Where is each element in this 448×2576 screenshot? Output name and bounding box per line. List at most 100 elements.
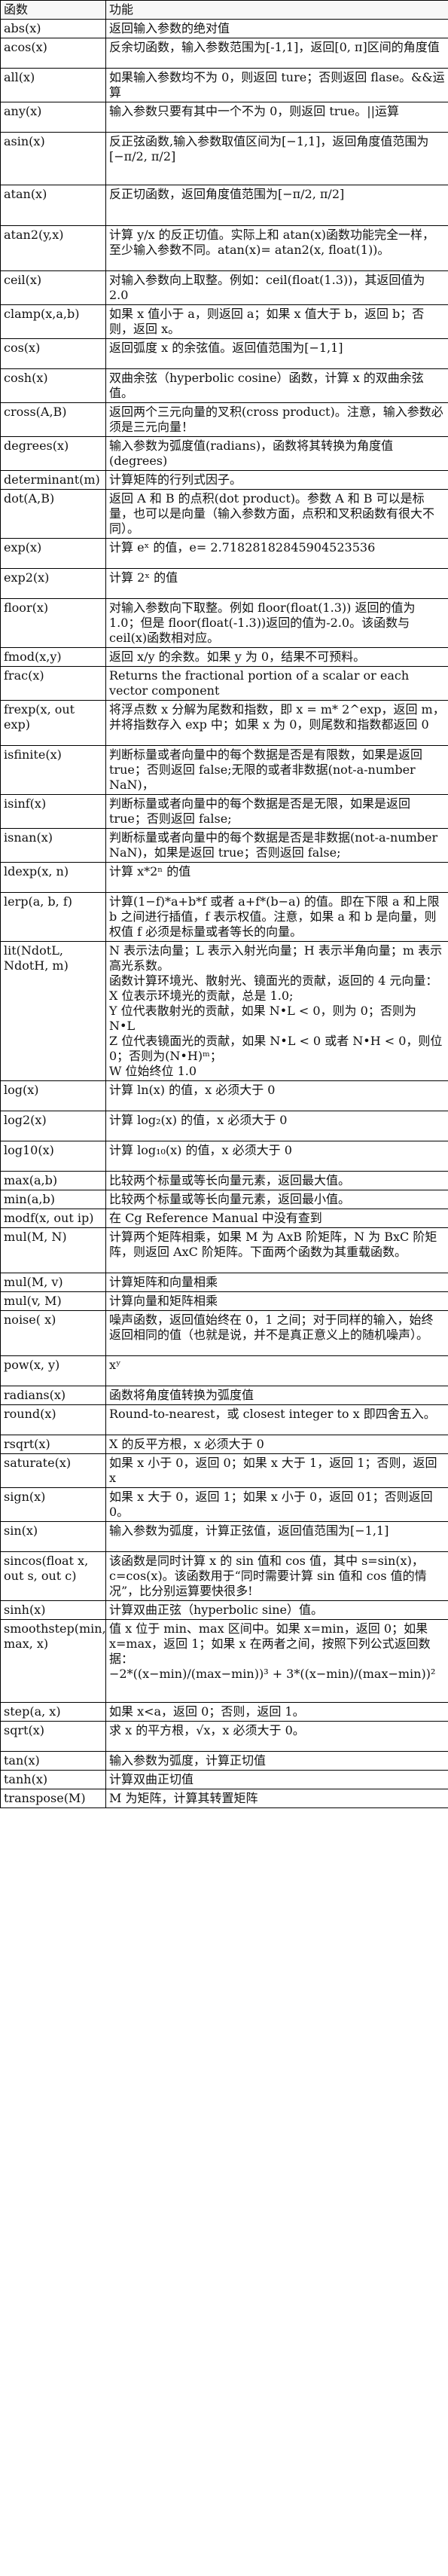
table-row: cos(x) 返回弧度 x 的余弦值。返回值范围为[−1,1] xyxy=(0,338,448,369)
table-row: cross(A,B) 返回两个三元向量的叉积(cross product)。注意，… xyxy=(0,402,448,437)
function-name-cell: sqrt(x) xyxy=(0,1721,106,1752)
function-description-cell: 噪声函数，返回值始终在 0，1 之间；对于同样的输入，始终返回相同的值（也就是说… xyxy=(105,1310,448,1356)
function-description-cell: 对输入参数向下取整。例如 floor(float(1.3)) 返回的值为 1.0… xyxy=(105,598,448,648)
function-name-cell: log10(x) xyxy=(0,1141,106,1172)
table-body: abs(x) 返回输入参数的绝对值 acos(x) 反余切函数，输入参数范围为[-1,… xyxy=(0,19,448,1808)
function-name-cell: isnan(x) xyxy=(0,828,106,863)
table-row: sincos(float x, out s, out c) 该函数是同时计算 x … xyxy=(0,1551,448,1601)
function-name-cell: mul(v, M) xyxy=(0,1291,106,1311)
function-description-cell: 求 x 的平方根，√x，x 必须大于 0。 xyxy=(105,1721,448,1752)
function-description-cell: 如果 x 值小于 a，则返回 a；如果 x 值大于 b，返回 b；否则，返回 x… xyxy=(105,304,448,339)
function-description-cell: 该函数是同时计算 x 的 sin 值和 cos 值，其中 s=sin(x)，c=… xyxy=(105,1551,448,1601)
function-name-cell: round(x) xyxy=(0,1404,106,1435)
function-description-cell: 在 Cg Reference Manual 中没有查到 xyxy=(105,1209,448,1228)
function-name-cell: frexp(x, out exp) xyxy=(0,700,106,746)
table-row: any(x) 输入参数只要有其中一个不为 0，则返回 true。||运算 xyxy=(0,102,448,133)
function-description-cell: X 的反平方根，x 必须大于 0 xyxy=(105,1435,448,1454)
table-row: cosh(x) 双曲余弦（hyperbolic cosine）函数，计算 x 的双… xyxy=(0,368,448,403)
function-name-cell: atan(x) xyxy=(0,185,106,226)
table-row: ceil(x) 对输入参数向上取整。例如：ceil(float(1.3))，其返回… xyxy=(0,270,448,305)
function-name-cell: isinf(x) xyxy=(0,794,106,829)
function-description-cell: 比较两个标量或等长向量元素，返回最小值。 xyxy=(105,1190,448,1209)
function-name-cell: sign(x) xyxy=(0,1487,106,1522)
table-row: acos(x) 反余切函数，输入参数范围为[-1,1]，返回[0, π]区间的角度… xyxy=(0,38,448,69)
table-row: atan(x) 反正切函数，返回角度值范围为[−π/2, π/2] xyxy=(0,185,448,226)
function-name-cell: modf(x, out ip) xyxy=(0,1209,106,1228)
function-description-cell: 计算 y/x 的反正切值。实际上和 atan(x)函数功能完全一样，至少输入参数… xyxy=(105,225,448,271)
table-row: floor(x) 对输入参数向下取整。例如 floor(float(1.3)) 返… xyxy=(0,598,448,648)
function-name-cell: saturate(x) xyxy=(0,1453,106,1488)
table-row: sqrt(x) 求 x 的平方根，√x，x 必须大于 0。 xyxy=(0,1721,448,1752)
function-description-cell: 反正切函数，返回角度值范围为[−π/2, π/2] xyxy=(105,185,448,226)
header-description: 功能 xyxy=(105,0,448,20)
function-description-cell: 判断标量或者向量中的每个数据是否是非数据(not-a-number NaN)，如… xyxy=(105,828,448,863)
function-name-cell: log(x) xyxy=(0,1080,106,1111)
function-name-cell: all(x) xyxy=(0,68,106,102)
table-row: smoothstep(min, max, x) 值 x 位于 min、max 区间… xyxy=(0,1619,448,1703)
function-name-cell: ldexp(x, n) xyxy=(0,862,106,893)
function-reference-table: 函数 功能 abs(x) 返回输入参数的绝对值 acos(x) 反余切函数，输入参数范… xyxy=(0,0,448,1808)
function-description-cell: 输入参数为弧度，计算正切值 xyxy=(105,1751,448,1771)
table-row: isinf(x) 判断标量或者向量中的每个数据是否是无限，如果是返回 true；否… xyxy=(0,794,448,829)
table-row: log(x) 计算 ln(x) 的值，x 必须大于 0 xyxy=(0,1080,448,1111)
table-row: frexp(x, out exp) 将浮点数 x 分解为尾数和指数，即 x = m… xyxy=(0,700,448,746)
table-row: dot(A,B) 返回 A 和 B 的点积(dot product)。参数 A 和… xyxy=(0,489,448,539)
table-row: min(a,b) 比较两个标量或等长向量元素，返回最小值。 xyxy=(0,1190,448,1209)
table-row: mul(v, M) 计算向量和矩阵相乘 xyxy=(0,1291,448,1311)
function-description-cell: 对输入参数向上取整。例如：ceil(float(1.3))，其返回值为 2.0 xyxy=(105,270,448,305)
table-row: noise( x) 噪声函数，返回值始终在 0，1 之间；对于同样的输入，始终返回… xyxy=(0,1310,448,1356)
function-description-cell: 返回弧度 x 的余弦值。返回值范围为[−1,1] xyxy=(105,338,448,369)
function-name-cell: acos(x) xyxy=(0,38,106,69)
function-description-cell: 如果 x 小于 0，返回 0；如果 x 大于 1，返回 1；否则，返回 x xyxy=(105,1453,448,1488)
function-description-cell: 计算向量和矩阵相乘 xyxy=(105,1291,448,1311)
function-name-cell: smoothstep(min, max, x) xyxy=(0,1619,106,1703)
table-row: fmod(x,y) 返回 x/y 的余数。如果 y 为 0，结果不可预料。 xyxy=(0,647,448,667)
table-row: asin(x) 反正弦函数,输入参数取值区间为[−1,1]，返回角度值范围为[−π… xyxy=(0,132,448,185)
function-description-cell: 值 x 位于 min、max 区间中。如果 x=min，返回 0；如果 x=ma… xyxy=(105,1619,448,1703)
function-name-cell: dot(A,B) xyxy=(0,489,106,539)
table-row: sinh(x) 计算双曲正弦（hyperbolic sine）值。 xyxy=(0,1600,448,1620)
function-name-cell: abs(x) xyxy=(0,19,106,38)
function-description-cell: 计算 log₂(x) 的值，x 必须大于 0 xyxy=(105,1111,448,1141)
function-description-cell: 返回输入参数的绝对值 xyxy=(105,19,448,38)
function-name-cell: transpose(M) xyxy=(0,1789,106,1808)
table-row: abs(x) 返回输入参数的绝对值 xyxy=(0,19,448,38)
function-name-cell: isfinite(x) xyxy=(0,745,106,795)
function-description-cell: 计算矩阵和向量相乘 xyxy=(105,1273,448,1292)
function-name-cell: cosh(x) xyxy=(0,368,106,403)
function-description-cell: 输入参数为弧度值(radians)，函数将其转换为角度值(degrees) xyxy=(105,436,448,471)
table-row: pow(x, y) xʸ xyxy=(0,1355,448,1386)
function-description-cell: 计算 x*2ⁿ 的值 xyxy=(105,862,448,893)
function-description-cell: 如果输入参数均不为 0，则返回 ture；否则返回 flase。&&运算 xyxy=(105,68,448,102)
table-row: transpose(M) M 为矩阵，计算其转置矩阵 xyxy=(0,1789,448,1808)
function-description-cell: 计算两个矩阵相乘，如果 M 为 AxB 阶矩阵，N 为 BxC 阶矩阵，则返回 … xyxy=(105,1227,448,1273)
function-name-cell: sincos(float x, out s, out c) xyxy=(0,1551,106,1601)
table-row: saturate(x) 如果 x 小于 0，返回 0；如果 x 大于 1，返回 1… xyxy=(0,1453,448,1488)
function-name-cell: step(a, x) xyxy=(0,1702,106,1722)
table-row: frac(x) Returns the fractional portion of… xyxy=(0,666,448,701)
table-row: log10(x) 计算 log₁₀(x) 的值，x 必须大于 0 xyxy=(0,1141,448,1172)
table-header-row: 函数 功能 xyxy=(0,0,448,20)
function-description-cell: 计算双曲正弦（hyperbolic sine）值。 xyxy=(105,1600,448,1620)
table-row: rsqrt(x) X 的反平方根，x 必须大于 0 xyxy=(0,1435,448,1454)
function-name-cell: sinh(x) xyxy=(0,1600,106,1620)
function-name-cell: sin(x) xyxy=(0,1521,106,1552)
function-description-cell: 将浮点数 x 分解为尾数和指数，即 x = m* 2^exp，返回 m，并将指数… xyxy=(105,700,448,746)
table-row: tanh(x) 计算双曲正切值 xyxy=(0,1770,448,1789)
function-name-cell: any(x) xyxy=(0,102,106,133)
function-description-cell: 计算双曲正切值 xyxy=(105,1770,448,1789)
function-name-cell: ceil(x) xyxy=(0,270,106,305)
function-description-cell: 判断标量或者向量中的每个数据是否是无限，如果是返回 true；否则返回 fals… xyxy=(105,794,448,829)
function-name-cell: rsqrt(x) xyxy=(0,1435,106,1454)
table-row: sign(x) 如果 x 大于 0，返回 1；如果 x 小于 0，返回 01；否则… xyxy=(0,1487,448,1522)
function-name-cell: determinant(m) xyxy=(0,470,106,490)
function-name-cell: cross(A,B) xyxy=(0,402,106,437)
function-description-cell: 计算 eˣ 的值，e= 2.71828182845904523536 xyxy=(105,538,448,569)
table-row: exp2(x) 计算 2ˣ 的值 xyxy=(0,568,448,599)
function-description-cell: 计算矩阵的行列式因子。 xyxy=(105,470,448,490)
header-function: 函数 xyxy=(0,0,106,20)
table-row: round(x) Round-to-nearest，或 closest integ… xyxy=(0,1404,448,1435)
function-name-cell: tan(x) xyxy=(0,1751,106,1771)
function-name-cell: tanh(x) xyxy=(0,1770,106,1789)
table-row: isfinite(x) 判断标量或者向量中的每个数据是否是有限数，如果是返回 tr… xyxy=(0,745,448,795)
